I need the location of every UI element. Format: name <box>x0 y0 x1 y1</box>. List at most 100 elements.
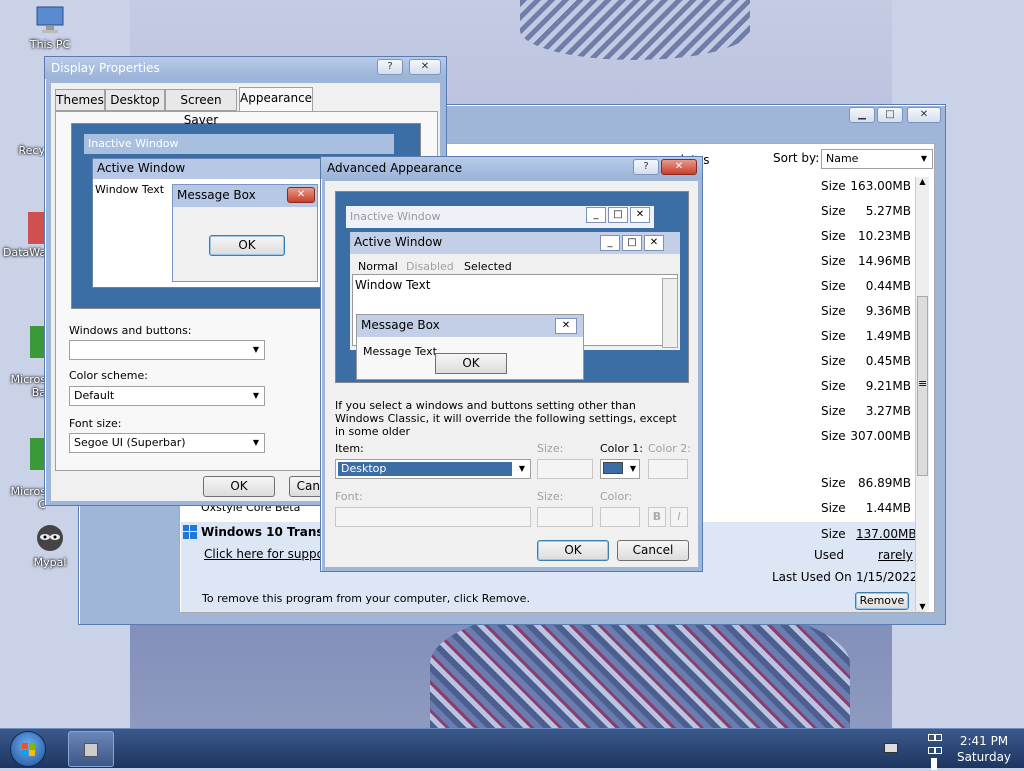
size-label: Size: <box>537 442 564 455</box>
tab-desktop[interactable]: Desktop <box>105 89 165 111</box>
used-label: Used <box>814 548 845 562</box>
close-button[interactable]: ✕ <box>661 159 697 175</box>
color2-label: Color 2: <box>648 442 691 455</box>
size-label: Size <box>821 304 846 318</box>
help-button[interactable]: ? <box>377 59 403 75</box>
size-label: Size <box>821 429 846 443</box>
size-value: 307.00MB <box>850 429 911 443</box>
recycle-bin-icon <box>15 110 35 142</box>
selected-size-label: Size <box>821 527 846 541</box>
ok-button[interactable]: OK <box>537 540 609 561</box>
scrollbar[interactable]: ▲ ≡ ▼ <box>915 177 929 611</box>
close-icon: ✕ <box>630 207 650 223</box>
start-button[interactable] <box>10 731 46 767</box>
font-select <box>335 507 531 527</box>
desktop-icon-label: Recy <box>18 144 45 157</box>
close-icon: ✕ <box>644 235 664 251</box>
desktop-icon-datawa[interactable]: DataWa <box>0 212 46 259</box>
scroll-thumb[interactable]: ≡ <box>917 296 928 476</box>
windows-buttons-label: Windows and buttons: <box>69 324 192 337</box>
color1-picker[interactable]: ▼ <box>600 459 640 479</box>
size-label: Size <box>821 254 846 268</box>
size-label: Size <box>821 476 846 490</box>
keyboard-icon[interactable] <box>884 743 898 753</box>
size-value: 10.23MB <box>858 229 911 243</box>
color-scheme-select[interactable]: Default ▼ <box>69 386 265 406</box>
preview-message-title: Message Box <box>357 315 583 337</box>
cancel-button[interactable]: Can <box>289 476 323 497</box>
advanced-appearance-dialog: Advanced Appearance ? ✕ Inactive Window … <box>320 156 703 572</box>
minimize-button[interactable]: ▁ <box>849 107 875 123</box>
desktop-icon-recycle-bin[interactable]: Recy <box>5 110 45 157</box>
minimize-icon: _ <box>586 207 606 223</box>
size-value: 5.27MB <box>865 204 911 218</box>
windows-buttons-select[interactable]: ▼ <box>69 340 265 360</box>
preview-scrollbar <box>662 278 678 348</box>
size-row: Size 307.00MB <box>821 429 911 443</box>
desktop-icon-label: Micros Ba <box>10 373 46 399</box>
item-label: Item: <box>335 442 364 455</box>
close-button[interactable]: ✕ <box>907 107 941 123</box>
last-used-label: Last Used On <box>772 570 852 584</box>
preview-disabled: Disabled <box>406 260 454 273</box>
help-button[interactable]: ? <box>633 159 659 175</box>
sort-by-select[interactable]: Name ▼ <box>821 149 933 169</box>
preview-inactive-window: Inactive Window <box>84 134 394 154</box>
cancel-button[interactable]: Cancel <box>617 540 689 561</box>
color1-swatch <box>603 462 623 474</box>
preview-normal: Normal <box>358 260 398 273</box>
size-value: 86.89MB <box>858 476 911 490</box>
size-row: Size 163.00MB <box>821 179 911 193</box>
windows-logo-icon <box>22 743 35 756</box>
size-value: 0.45MB <box>865 354 911 368</box>
font-size-select <box>537 507 593 527</box>
selected-size-value[interactable]: 137.00MB <box>856 527 917 541</box>
advanced-preview: Inactive Window _ □ ✕ Active Window Norm… <box>335 191 689 383</box>
computer-icon <box>34 4 66 36</box>
sort-label: Sort by: <box>773 151 820 165</box>
maximize-button[interactable]: □ <box>877 107 903 123</box>
taskbar-app-button[interactable] <box>68 731 114 767</box>
clock[interactable]: 2:41 PM Saturday <box>954 733 1014 765</box>
color2-picker <box>648 459 688 479</box>
desktop-icon-this-pc[interactable]: This PC <box>15 4 85 51</box>
network-icon[interactable] <box>928 731 944 770</box>
clock-time: 2:41 PM <box>959 734 1009 748</box>
size-label: Size <box>821 229 846 243</box>
size-label: Size <box>821 501 846 515</box>
chevron-down-icon: ▼ <box>629 464 637 473</box>
color-scheme-value: Default <box>74 389 115 402</box>
preview-message-text: Message Text <box>363 345 437 358</box>
size-value: 163.00MB <box>850 179 911 193</box>
size-value: 0.44MB <box>865 279 911 293</box>
ok-button[interactable]: OK <box>203 476 275 497</box>
close-icon: ✕ <box>287 187 315 203</box>
size-row: Size 0.44MB <box>821 279 911 293</box>
desktop-icon-microsoft-ba[interactable]: Micros Ba <box>0 313 46 412</box>
remove-button[interactable]: Remove <box>855 592 909 610</box>
size-value: 9.21MB <box>865 379 911 393</box>
chevron-down-icon: ▼ <box>518 464 526 473</box>
size-label: Size <box>821 329 846 343</box>
item-select[interactable]: Desktop ▼ <box>335 459 531 479</box>
font-size-select[interactable]: Segoe UI (Superbar) ▼ <box>69 433 265 453</box>
tab-screen-saver[interactable]: Screen Saver <box>165 89 237 127</box>
windows-logo-icon <box>183 525 197 539</box>
font-size-label: Size: <box>537 490 564 503</box>
wallpaper-pattern-top <box>520 0 750 60</box>
preview-selected: Selected <box>464 260 512 273</box>
close-button[interactable]: ✕ <box>409 59 441 75</box>
tab-appearance[interactable]: Appearance <box>239 87 313 111</box>
close-icon: ✕ <box>555 318 577 334</box>
maximize-icon: □ <box>608 207 628 223</box>
support-link[interactable]: Click here for support <box>204 547 334 561</box>
desktop-icon-microsoft-c[interactable]: Micros C <box>0 425 46 524</box>
chevron-down-icon: ▼ <box>252 391 260 400</box>
used-value[interactable]: rarely <box>878 548 913 562</box>
size-row: Size 14.96MB <box>821 254 911 268</box>
size-row: Size 3.27MB <box>821 404 911 418</box>
size-value: 1.44MB <box>865 501 911 515</box>
last-used-value: 1/15/2022 <box>856 570 918 584</box>
tab-themes[interactable]: Themes <box>55 89 105 111</box>
desktop-icon-mypal[interactable]: Mypal <box>15 522 85 569</box>
